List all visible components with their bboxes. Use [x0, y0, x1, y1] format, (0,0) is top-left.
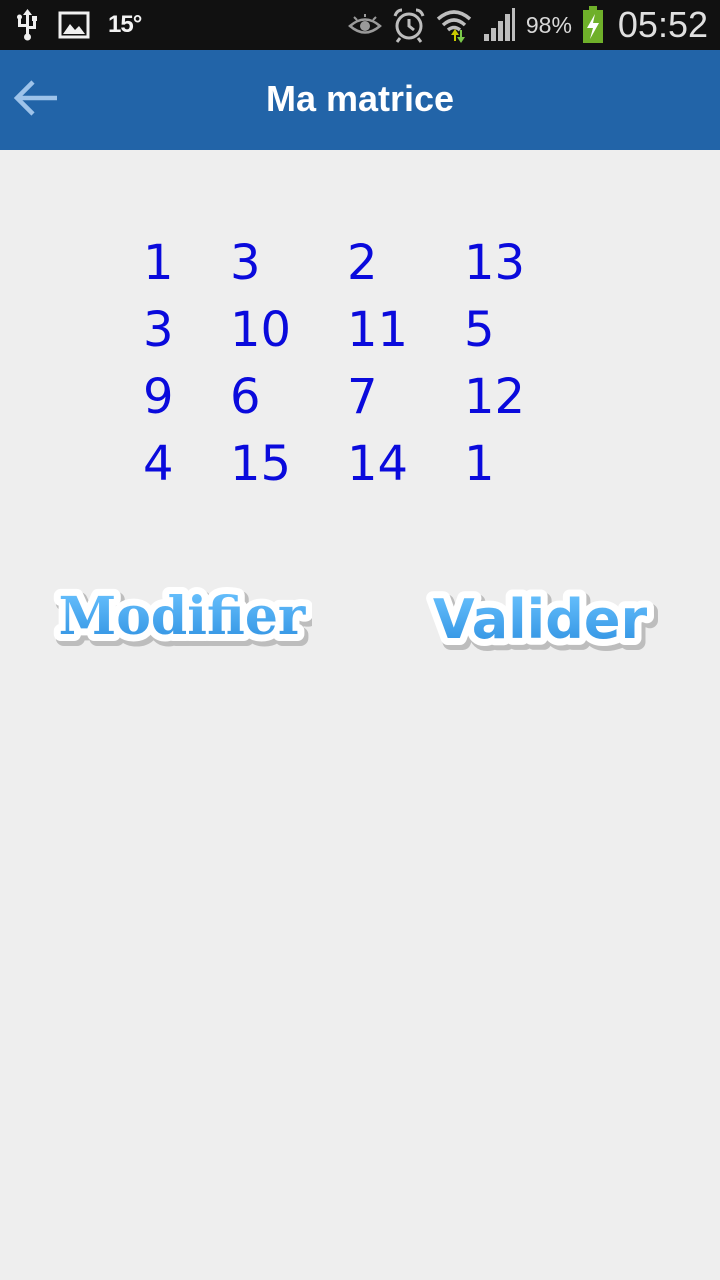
eye-icon — [347, 13, 382, 37]
battery-percent-text: 98% — [525, 11, 572, 38]
validate-button[interactable]: Valider Valider Valider — [412, 575, 672, 667]
matrix-cell: 3 — [143, 302, 174, 358]
matrix-row: 4 15 14 1 — [0, 431, 720, 498]
status-bar: 15° 98% 05:52 — [0, 0, 720, 50]
modify-button-label: Modifier — [59, 586, 306, 647]
matrix-cell: 12 — [464, 369, 526, 425]
wifi-icon — [436, 7, 472, 43]
page-title: Ma matrice — [265, 78, 455, 119]
matrix-cell: 5 — [464, 302, 495, 358]
signal-icon — [482, 8, 516, 42]
image-icon — [58, 11, 90, 39]
matrix-cell: 13 — [464, 235, 526, 291]
battery-charging-icon — [582, 6, 604, 44]
matrix-cell: 1 — [464, 436, 495, 492]
matrix-cell: 7 — [347, 369, 378, 425]
matrix-cell: 2 — [347, 235, 378, 291]
matrix-cell: 3 — [230, 235, 261, 291]
modify-button[interactable]: Modifier Modifier Modifier — [52, 572, 312, 664]
validate-button-label: Valider — [433, 588, 648, 651]
clock-text: 05:52 — [617, 4, 708, 45]
matrix-cell: 6 — [230, 369, 261, 425]
matrix-row: 9 6 7 12 — [0, 364, 720, 431]
matrix-cell: 10 — [230, 302, 292, 358]
usb-icon — [14, 9, 40, 41]
matrix-cell: 14 — [347, 436, 409, 492]
action-bar: Ma matrice — [0, 50, 720, 150]
matrix-row: 3 10 11 5 — [0, 297, 720, 364]
temperature-text: 15° — [108, 11, 142, 38]
matrix-row: 1 3 2 13 — [0, 230, 720, 297]
matrix-cell: 11 — [347, 302, 409, 358]
matrix-cell: 15 — [230, 436, 292, 492]
matrix-cell: 1 — [143, 235, 174, 291]
matrix-cell: 9 — [143, 369, 174, 425]
matrix-cell: 4 — [143, 436, 174, 492]
alarm-icon — [392, 7, 426, 43]
